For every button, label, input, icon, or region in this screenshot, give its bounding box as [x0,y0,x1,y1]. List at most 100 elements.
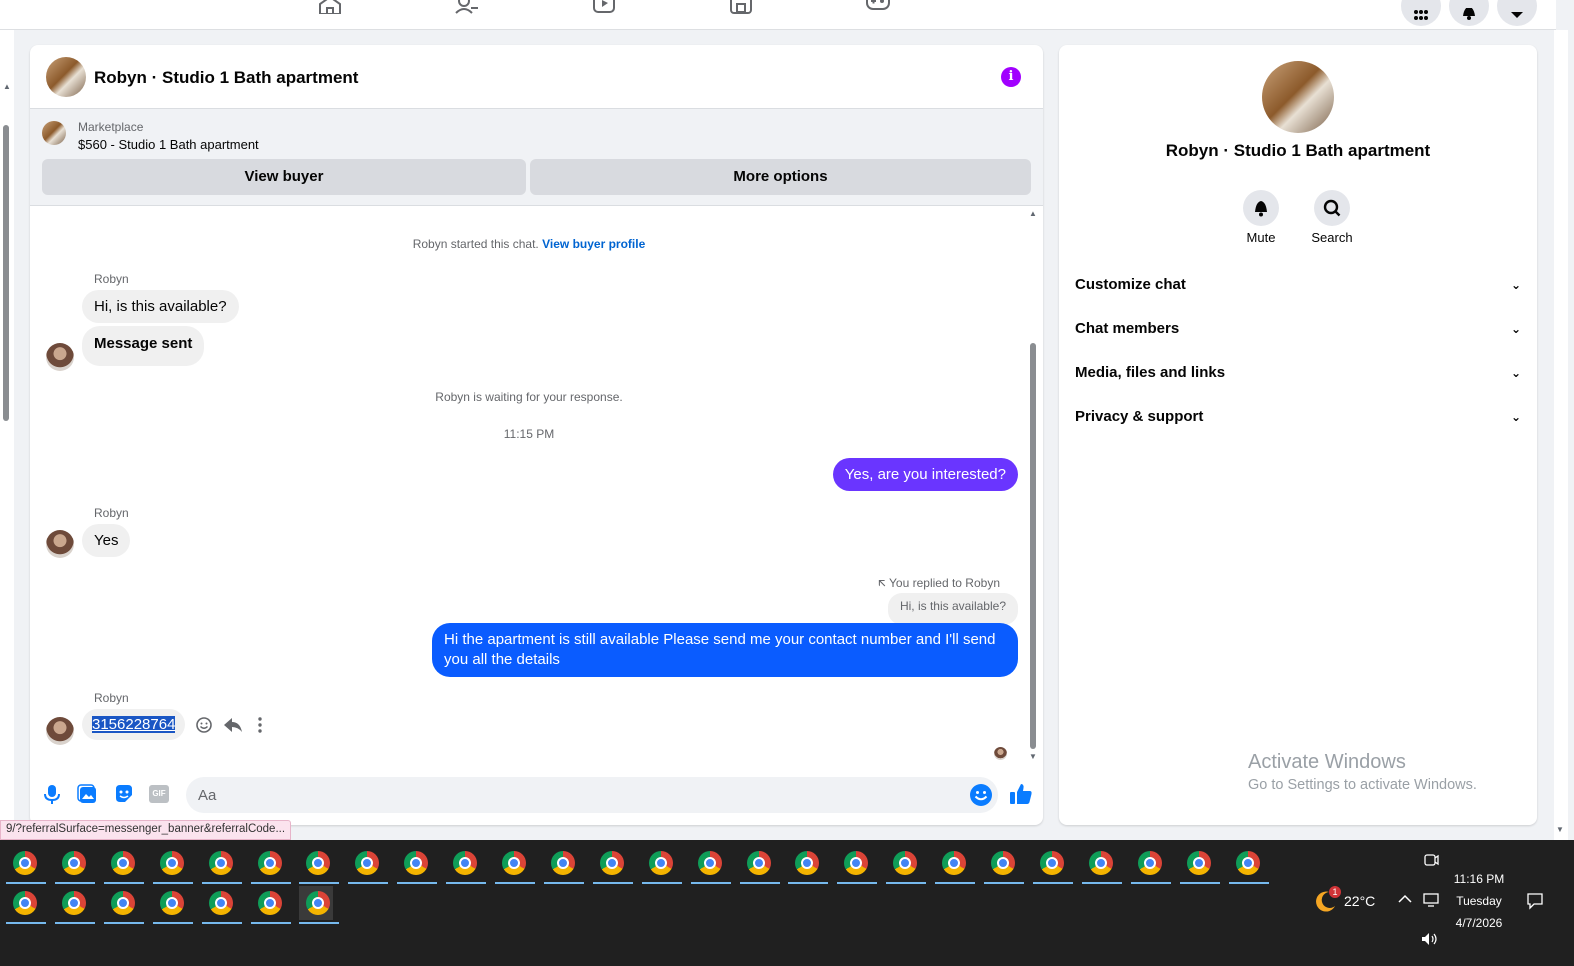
account-chevron-down-icon[interactable] [1497,0,1537,26]
message-input[interactable] [198,777,958,813]
react-emoji-icon[interactable] [195,716,213,739]
info-icon[interactable]: i [1001,67,1021,87]
more-actions-icon[interactable] [256,716,264,739]
meet-now-icon[interactable] [1423,852,1439,873]
browser-window-icon[interactable] [788,846,829,884]
emoji-icon[interactable] [969,783,993,812]
incoming-message[interactable]: 3156228764 [82,709,186,740]
chat-avatar[interactable] [46,57,86,97]
left-scroll-thumb[interactable] [3,125,9,421]
video-icon[interactable] [592,0,616,14]
scroll-down-arrow-icon[interactable]: ▼ [1029,752,1037,761]
browser-window-icon[interactable] [397,846,438,884]
profile-avatar[interactable] [1262,61,1334,133]
volume-icon[interactable] [1421,932,1439,951]
clock-date[interactable]: 4/7/2026 [1448,916,1510,930]
network-icon[interactable] [1423,893,1441,912]
browser-window-icon[interactable] [837,846,878,884]
privacy-support-section[interactable]: Privacy & support ⌄ [1075,402,1521,432]
browser-window-icon[interactable] [984,846,1024,884]
gaming-icon[interactable] [866,0,890,14]
browser-window-icon[interactable] [299,886,340,924]
chat-scrollbar[interactable]: ▲ ▼ [1028,209,1040,763]
media-files-links-section[interactable]: Media, files and links ⌄ [1075,358,1521,388]
browser-window-icon[interactable] [446,846,487,884]
home-icon[interactable] [318,0,342,14]
microphone-icon[interactable] [41,783,63,805]
left-page-scrollbar[interactable]: ▲ [0,30,14,840]
listing-thumbnail[interactable] [42,121,66,145]
browser-window-icon[interactable] [103,846,144,884]
browser-window-icon[interactable] [935,846,976,884]
marketplace-icon[interactable] [729,0,753,14]
incoming-message[interactable]: Hi, is this available? [82,290,239,323]
chat-title[interactable]: Robyn · Studio 1 Bath apartment [94,68,358,88]
browser-window-icon[interactable] [886,846,927,884]
chat-started-notice: Robyn started this chat. View buyer prof… [30,237,1028,251]
scroll-up-arrow-icon[interactable]: ▲ [3,82,11,91]
listing-title[interactable]: $560 - Studio 1 Bath apartment [78,137,259,152]
browser-window-icon[interactable] [348,846,389,884]
browser-window-icon[interactable] [495,846,535,884]
sender-name: Robyn [94,272,129,286]
message-input-box[interactable] [186,777,998,813]
browser-window-icon[interactable] [592,846,633,884]
scroll-up-arrow-icon[interactable]: ▲ [1029,209,1037,218]
outgoing-message[interactable]: Hi the apartment is still available Plea… [432,623,1018,677]
chat-members-section[interactable]: Chat members ⌄ [1075,314,1521,344]
gif-icon[interactable]: GIF [149,783,171,805]
tray-chevron-up-icon[interactable] [1398,893,1412,907]
outgoing-message[interactable]: Yes, are you interested? [832,458,1018,491]
browser-window-icon[interactable] [152,846,193,884]
friends-icon[interactable] [455,0,479,14]
clock-day[interactable]: Tuesday [1448,894,1510,908]
browser-window-icon[interactable] [1228,846,1269,884]
more-options-button[interactable]: More options [530,159,1031,195]
browser-window-icon[interactable] [543,846,584,884]
browser-window-icon[interactable] [6,886,46,924]
menu-grid-icon[interactable] [1401,0,1441,26]
browser-window-icon[interactable] [54,846,95,884]
temperature[interactable]: 22°C [1344,893,1375,909]
sender-avatar[interactable] [46,530,74,558]
selected-phone-number[interactable]: 3156228764 [92,716,176,733]
browser-window-icon[interactable] [299,846,340,884]
page-scrollbar-right[interactable]: ▼ [1554,30,1568,840]
browser-window-icon[interactable] [152,886,193,924]
browser-window-icon[interactable] [201,846,242,884]
windows-taskbar: 1 22°C 11:16 PM Tuesday 4/7/2026 [0,840,1574,966]
notifications-bell-icon[interactable] [1449,0,1489,26]
mute-button[interactable] [1243,190,1279,226]
browser-window-icon[interactable] [54,886,95,924]
view-buyer-profile-link[interactable]: View buyer profile [542,237,645,251]
message-sent-bubble[interactable]: Message sent [82,326,205,366]
browser-window-icon[interactable] [739,846,780,884]
browser-window-icon[interactable] [1130,846,1171,884]
browser-window-icon[interactable] [250,886,291,924]
chat-scroll-thumb[interactable] [1030,343,1036,749]
sticker-icon[interactable] [113,783,135,805]
browser-window-icon[interactable] [641,846,682,884]
clock-time[interactable]: 11:16 PM [1448,872,1510,886]
view-buyer-button[interactable]: View buyer [42,159,526,195]
browser-window-icon[interactable] [1081,846,1122,884]
browser-window-icon[interactable] [250,846,291,884]
browser-window-icon[interactable] [690,846,731,884]
weather-icon[interactable]: 1 [1313,886,1341,914]
action-center-icon[interactable] [1526,892,1544,915]
reply-icon[interactable] [223,716,243,739]
browser-window-icon[interactable] [1179,846,1220,884]
customize-chat-section[interactable]: Customize chat ⌄ [1075,270,1521,300]
browser-window-icon[interactable] [103,886,144,924]
browser-window-icon[interactable] [6,846,46,884]
browser-window-icon[interactable] [201,886,242,924]
scroll-down-arrow-icon[interactable]: ▼ [1556,825,1564,834]
quoted-message[interactable]: Hi, is this available? [887,593,1018,625]
incoming-message[interactable]: Yes [82,524,131,557]
sender-avatar[interactable] [46,717,74,745]
sender-avatar[interactable] [46,343,74,371]
photo-icon[interactable] [77,783,99,805]
search-button[interactable] [1314,190,1350,226]
like-thumbs-up-icon[interactable] [1009,782,1032,804]
browser-window-icon[interactable] [1032,846,1073,884]
